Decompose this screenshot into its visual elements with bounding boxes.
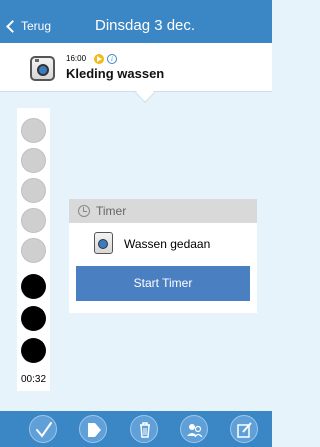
activity-header: 16:00 i Kleding wassen (0, 43, 272, 103)
page-title: Dinsdag 3 dec. (95, 17, 196, 34)
timer-dot-empty (21, 178, 46, 203)
chevron-left-icon (6, 19, 19, 33)
back-label: Terug (21, 19, 52, 33)
timer-dot-empty (21, 148, 46, 173)
activity-time: 16:00 (66, 54, 87, 63)
check-icon[interactable] (29, 415, 57, 443)
tag-icon[interactable] (79, 415, 107, 443)
back-button[interactable]: Terug (6, 16, 52, 36)
timer-dot-empty (21, 208, 46, 233)
activity-title: Kleding wassen (66, 66, 165, 81)
timer-card-title: Timer (96, 204, 127, 218)
bottom-toolbar (0, 411, 272, 447)
status-bar (0, 0, 272, 9)
header-pointer (135, 83, 155, 103)
info-icon[interactable]: i (107, 54, 117, 64)
clock-icon (78, 205, 90, 217)
people-icon[interactable] (180, 415, 208, 443)
timer-dot-filled (21, 306, 46, 331)
nav-bar: Terug Dinsdag 3 dec. (0, 9, 272, 43)
play-icon[interactable] (94, 54, 104, 64)
edit-icon[interactable] (230, 415, 258, 443)
timer-dot-empty (21, 238, 46, 263)
timer-card-header: Timer (69, 199, 257, 223)
washing-machine-icon (30, 56, 55, 81)
timer-dot-empty (21, 118, 46, 143)
washing-machine-icon (94, 232, 113, 254)
countdown-text: 00:32 (20, 374, 47, 385)
trash-icon[interactable] (130, 415, 158, 443)
timer-dot-filled (21, 338, 46, 363)
timer-dot-filled (21, 274, 46, 299)
timer-card: Timer Wassen gedaan Start Timer (69, 199, 257, 313)
timer-column: 00:32 (17, 108, 50, 391)
timer-message: Wassen gedaan (124, 237, 211, 251)
start-timer-button[interactable]: Start Timer (76, 266, 250, 301)
